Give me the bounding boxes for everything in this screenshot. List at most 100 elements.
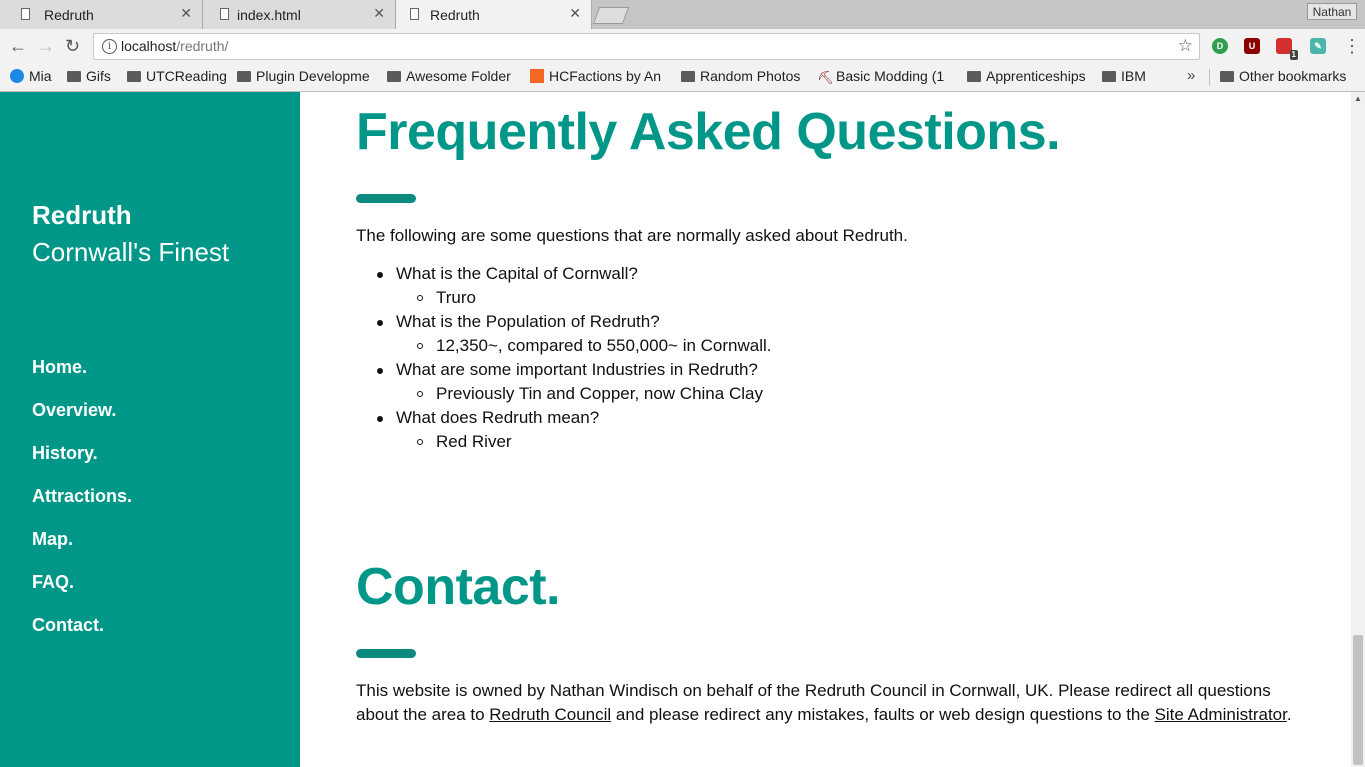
bookmark-label: Awesome Folder [406,68,511,84]
extension-green-icon[interactable]: D [1212,38,1228,54]
page-icon [410,8,419,20]
redruth-council-link[interactable]: Redruth Council [489,705,611,724]
nav-map[interactable]: Map. [32,529,73,550]
tab-index-html[interactable]: index.html ✕ [203,0,396,29]
nav-home[interactable]: Home. [32,357,87,378]
scrollbar-thumb[interactable] [1353,635,1363,765]
bookmark-mia[interactable]: Mia [10,68,52,84]
reload-icon[interactable]: ↻ [65,36,80,57]
tab-title: Redruth [430,7,480,23]
bookmark-gifs[interactable]: Gifs [67,68,111,84]
question-text: What does Redruth mean? [396,408,600,427]
bookmarks-overflow-icon[interactable]: » [1187,67,1195,84]
answer-text: Red River [436,432,512,451]
bookmark-label: Basic Modding (1 [836,68,945,84]
bookmark-label: Plugin Developme [256,68,370,84]
bookmark-label: HCFactions by An [549,68,662,84]
bookmark-label: Apprenticeships [986,68,1086,84]
url-text[interactable]: localhost/redruth/ [121,38,228,54]
bullet [377,416,383,422]
scroll-up-icon[interactable]: ▲ [1354,94,1362,103]
bookmark-utcreading[interactable]: UTCReading [127,68,227,84]
site-administrator-link[interactable]: Site Administrator [1155,705,1287,724]
contact-heading: Contact. [356,558,561,616]
folder-icon [67,71,81,82]
faq-question: What is the Population of Redruth? [377,312,660,332]
folder-icon [237,71,251,82]
folder-icon [1220,71,1234,82]
bookmarks-bar: Mia Gifs UTCReading Plugin Developme Awe… [0,64,1365,92]
menu-icon[interactable]: ⋮ [1343,36,1361,57]
bullet [417,391,423,397]
ublock-icon[interactable]: U [1244,38,1260,54]
info-icon[interactable]: i [102,39,117,54]
address-bar[interactable]: i localhost/redruth/ ☆ [93,33,1200,60]
answer-text: 12,350~, compared to 550,000~ in Cornwal… [436,336,772,355]
contact-text: This website is owned by Nathan Windisch… [356,679,1296,727]
tab-strip: Redruth ✕ index.html ✕ Redruth ✕ Nathan [0,0,1365,29]
faq-answer: 12,350~, compared to 550,000~ in Cornwal… [417,336,772,356]
bullet [377,320,383,326]
faq-intro: The following are some questions that ar… [356,226,908,245]
folder-icon [1102,71,1116,82]
answer-text: Truro [436,288,476,307]
bookmark-random-photos[interactable]: Random Photos [681,68,800,84]
folder-icon [681,71,695,82]
new-tab-button[interactable] [592,7,630,24]
bookmark-label: Gifs [86,68,111,84]
bookmark-label: UTCReading [146,68,227,84]
contact-text-part: and please redirect any mistakes, faults… [611,705,1155,724]
bookmark-label: Mia [29,68,52,84]
faq-answer: Red River [417,432,512,452]
bookmark-apprenticeships[interactable]: Apprenticeships [967,68,1086,84]
page-scrollbar[interactable]: ▲ [1351,92,1365,767]
nav-contact[interactable]: Contact. [32,615,104,636]
bookmarks-separator [1209,69,1210,86]
bookmark-ibm[interactable]: IBM [1102,68,1146,84]
nav-faq[interactable]: FAQ. [32,572,74,593]
answer-text: Previously Tin and Copper, now China Cla… [436,384,763,403]
folder-icon [967,71,981,82]
close-icon[interactable]: ✕ [373,5,385,22]
tab-redruth-1[interactable]: Redruth ✕ [0,0,203,29]
faq-question: What is the Capital of Cornwall? [377,264,638,284]
bullet [417,343,423,349]
tab-redruth-active[interactable]: Redruth ✕ [396,0,592,29]
bookmark-label: Other bookmarks [1239,68,1347,84]
heading-divider [356,194,416,203]
heading-divider [356,649,416,658]
bookmark-plugin-development[interactable]: Plugin Developme [237,68,370,84]
folder-icon [127,71,141,82]
sidebar: Redruth Cornwall's Finest Home. Overview… [0,92,300,767]
eyedropper-icon[interactable]: ✎ [1310,38,1326,54]
faq-answer: Truro [417,288,476,308]
question-text: What is the Population of Redruth? [396,312,660,331]
site-subtitle: Cornwall's Finest [32,237,230,267]
nav-overview[interactable]: Overview. [32,400,116,421]
nav-history[interactable]: History. [32,443,98,464]
close-icon[interactable]: ✕ [569,5,581,22]
bookmark-label: IBM [1121,68,1146,84]
profile-button[interactable]: Nathan [1307,3,1357,20]
extension-red-icon[interactable]: 1 [1276,38,1298,60]
extension-badge: 1 [1289,50,1298,60]
bookmark-awesome-folder[interactable]: Awesome Folder [387,68,511,84]
bookmark-other[interactable]: Other bookmarks [1220,68,1346,84]
folder-icon [387,71,401,82]
forward-icon[interactable]: → [37,36,55,57]
messenger-icon [10,69,24,83]
url-path: /redruth/ [176,38,229,54]
page-icon [21,8,30,20]
bookmark-hcfactions[interactable]: HCFactions by An [530,68,661,84]
bookmark-star-icon[interactable]: ☆ [1178,36,1193,56]
faq-heading: Frequently Asked Questions. [356,103,1061,161]
bookmark-basic-modding[interactable]: ⛏ Basic Modding (1 [817,68,944,85]
back-icon[interactable]: ← [9,36,27,57]
faq-answer: Previously Tin and Copper, now China Cla… [417,384,763,404]
soundcloud-icon [530,69,544,83]
nav-attractions[interactable]: Attractions. [32,486,132,507]
site-title: Redruth [32,200,132,230]
close-icon[interactable]: ✕ [180,5,192,22]
faq-question: What are some important Industries in Re… [377,360,758,380]
contact-text-part: . [1286,705,1292,724]
